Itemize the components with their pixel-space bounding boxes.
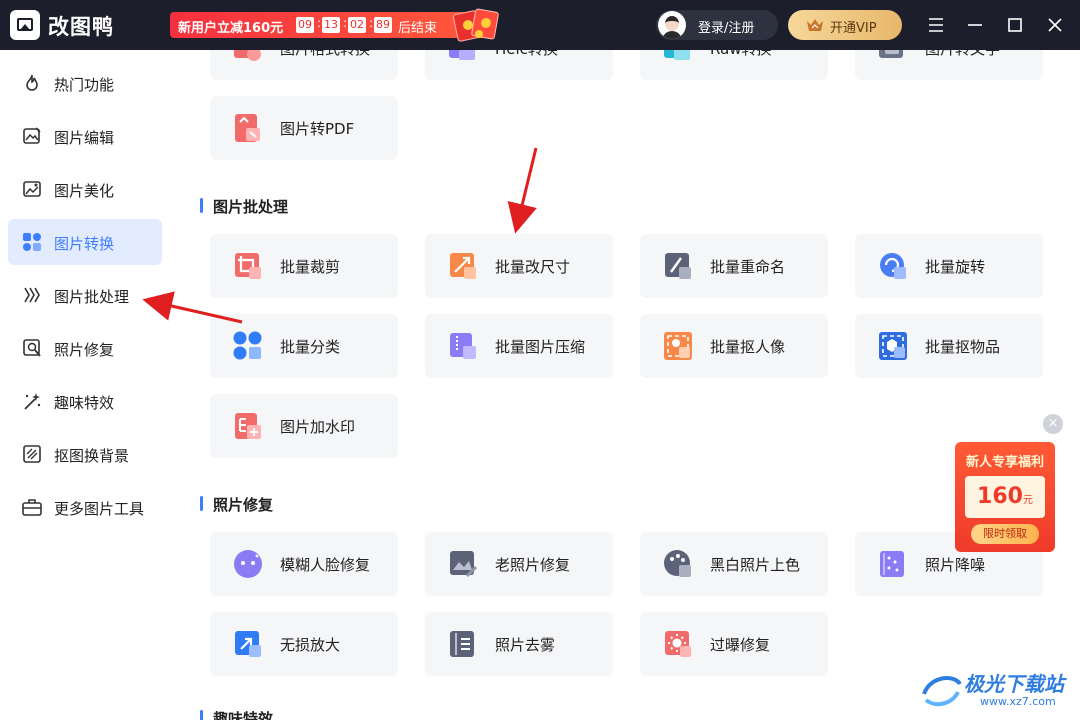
- image-to-pdf-icon: [235, 114, 260, 142]
- sidebar-item-fun[interactable]: 趣味特效: [8, 378, 162, 424]
- toolbox-icon: [22, 499, 42, 516]
- app-logo-icon: [10, 10, 40, 40]
- card-upscale[interactable]: 无损放大: [210, 612, 398, 676]
- watermark-logo-icon: [922, 676, 962, 707]
- image-beauty-icon: [23, 181, 41, 197]
- denoise-icon: [880, 551, 904, 577]
- title-bar: 改图鸭 新用户立减160元 09 : 13 : 02 : 89 后结束 登录/注…: [0, 0, 1080, 50]
- sidebar-item-more[interactable]: 更多图片工具: [8, 484, 162, 530]
- image-to-text-icon: [879, 50, 903, 58]
- card-image-to-text[interactable]: 图片转文字: [855, 50, 1043, 80]
- raw-convert-icon: [664, 50, 690, 60]
- cutout-icon: [23, 445, 41, 463]
- maximize-icon[interactable]: [1002, 12, 1028, 38]
- red-envelope-icon[interactable]: [452, 6, 501, 44]
- palette-icon: [664, 550, 691, 577]
- main-content: 图片格式转换 Heic转换 Raw转换 图片转文字 图片转PDF 图片批处理 批…: [170, 50, 1080, 720]
- convert-icon: [23, 233, 41, 251]
- card-batch-compress[interactable]: 批量图片压缩: [425, 314, 613, 378]
- card-image-to-pdf[interactable]: 图片转PDF: [210, 96, 398, 160]
- sidebar: 热门功能 图片编辑 图片美化 图片转换 图片批处理 照片修复 趣味特效 抠图换背…: [0, 50, 170, 720]
- batch-icon: [24, 287, 40, 303]
- app-name: 改图鸭: [48, 15, 114, 39]
- timer-minutes: 13: [322, 17, 340, 33]
- old-photo-icon: [450, 551, 478, 578]
- vip-button[interactable]: 开通VIP: [788, 10, 902, 40]
- card-overexposure[interactable]: 过曝修复: [640, 612, 828, 676]
- card-colorize[interactable]: 黑白照片上色: [640, 532, 828, 596]
- login-button[interactable]: 登录/注册: [656, 10, 778, 40]
- sidebar-item-beauty[interactable]: 图片美化: [8, 166, 162, 212]
- format-convert-icon: [234, 50, 261, 61]
- sidebar-item-edit[interactable]: 图片编辑: [8, 113, 162, 159]
- promo-banner[interactable]: 新用户立减160元 09 : 13 : 02 : 89 后结束: [170, 12, 490, 38]
- card-face-repair[interactable]: 模糊人脸修复: [210, 532, 398, 596]
- login-label: 登录/注册: [698, 21, 755, 36]
- object-cutout-icon: [879, 332, 907, 360]
- close-icon[interactable]: [1042, 12, 1068, 38]
- compress-icon: [450, 333, 476, 359]
- repair-icon: [23, 339, 41, 357]
- portrait-cutout-icon: [664, 332, 692, 360]
- timer-ms: 89: [374, 17, 392, 33]
- minimize-icon[interactable]: [962, 12, 988, 38]
- menu-icon[interactable]: [923, 12, 949, 38]
- card-batch-cutout-portrait[interactable]: 批量抠人像: [640, 314, 828, 378]
- timer-hours: 09: [296, 17, 314, 33]
- rotate-icon: [880, 253, 906, 279]
- upscale-icon: [235, 631, 261, 657]
- newbie-promo-card[interactable]: × 新人专享福利 160元 限时领取: [955, 414, 1063, 552]
- claim-button[interactable]: 限时领取: [971, 524, 1039, 544]
- classify-icon: [233, 331, 262, 360]
- sidebar-item-hot[interactable]: 热门功能: [8, 60, 162, 106]
- sun-icon: [665, 631, 691, 657]
- card-dehaze[interactable]: 照片去雾: [425, 612, 613, 676]
- rename-icon: [665, 253, 691, 279]
- card-batch-cutout-object[interactable]: 批量抠物品: [855, 314, 1043, 378]
- avatar: [658, 11, 686, 39]
- sidebar-item-cutout[interactable]: 抠图换背景: [8, 431, 162, 477]
- watermark-icon: [235, 413, 261, 439]
- promo-card-title: 新人专享福利: [965, 455, 1044, 470]
- card-batch-crop[interactable]: 批量裁剪: [210, 234, 398, 298]
- dehaze-icon: [450, 631, 474, 657]
- image-edit-icon: [23, 127, 41, 144]
- magic-icon: [24, 393, 41, 410]
- crown-icon: [807, 19, 823, 31]
- sidebar-item-batch[interactable]: 图片批处理: [8, 272, 162, 318]
- site-watermark: 极光下载站 www.xz7.com: [920, 666, 1075, 716]
- card-batch-classify[interactable]: 批量分类: [210, 314, 398, 378]
- card-batch-resize[interactable]: 批量改尺寸: [425, 234, 613, 298]
- face-repair-icon: [234, 550, 262, 578]
- card-raw-convert[interactable]: Raw转换: [640, 50, 828, 80]
- timer-seconds: 02: [348, 17, 366, 33]
- resize-icon: [450, 253, 476, 279]
- card-heic-convert[interactable]: Heic转换: [425, 50, 613, 80]
- card-format-convert[interactable]: 图片格式转换: [210, 50, 398, 80]
- card-batch-rotate[interactable]: 批量旋转: [855, 234, 1043, 298]
- card-watermark[interactable]: 图片加水印: [210, 394, 398, 458]
- sidebar-item-convert[interactable]: 图片转换: [8, 219, 162, 265]
- card-batch-rename[interactable]: 批量重命名: [640, 234, 828, 298]
- flame-icon: [26, 74, 38, 91]
- card-old-photo-repair[interactable]: 老照片修复: [425, 532, 613, 596]
- crop-icon: [235, 253, 261, 279]
- sidebar-item-repair[interactable]: 照片修复: [8, 325, 162, 371]
- promo-close-icon[interactable]: ×: [1043, 414, 1063, 434]
- promo-coupon: 160元: [965, 476, 1045, 518]
- vip-label: 开通VIP: [830, 21, 877, 36]
- heic-convert-icon: [449, 50, 475, 60]
- promo-text: 新用户立减160元: [178, 21, 284, 36]
- promo-end-text: 后结束: [398, 21, 438, 36]
